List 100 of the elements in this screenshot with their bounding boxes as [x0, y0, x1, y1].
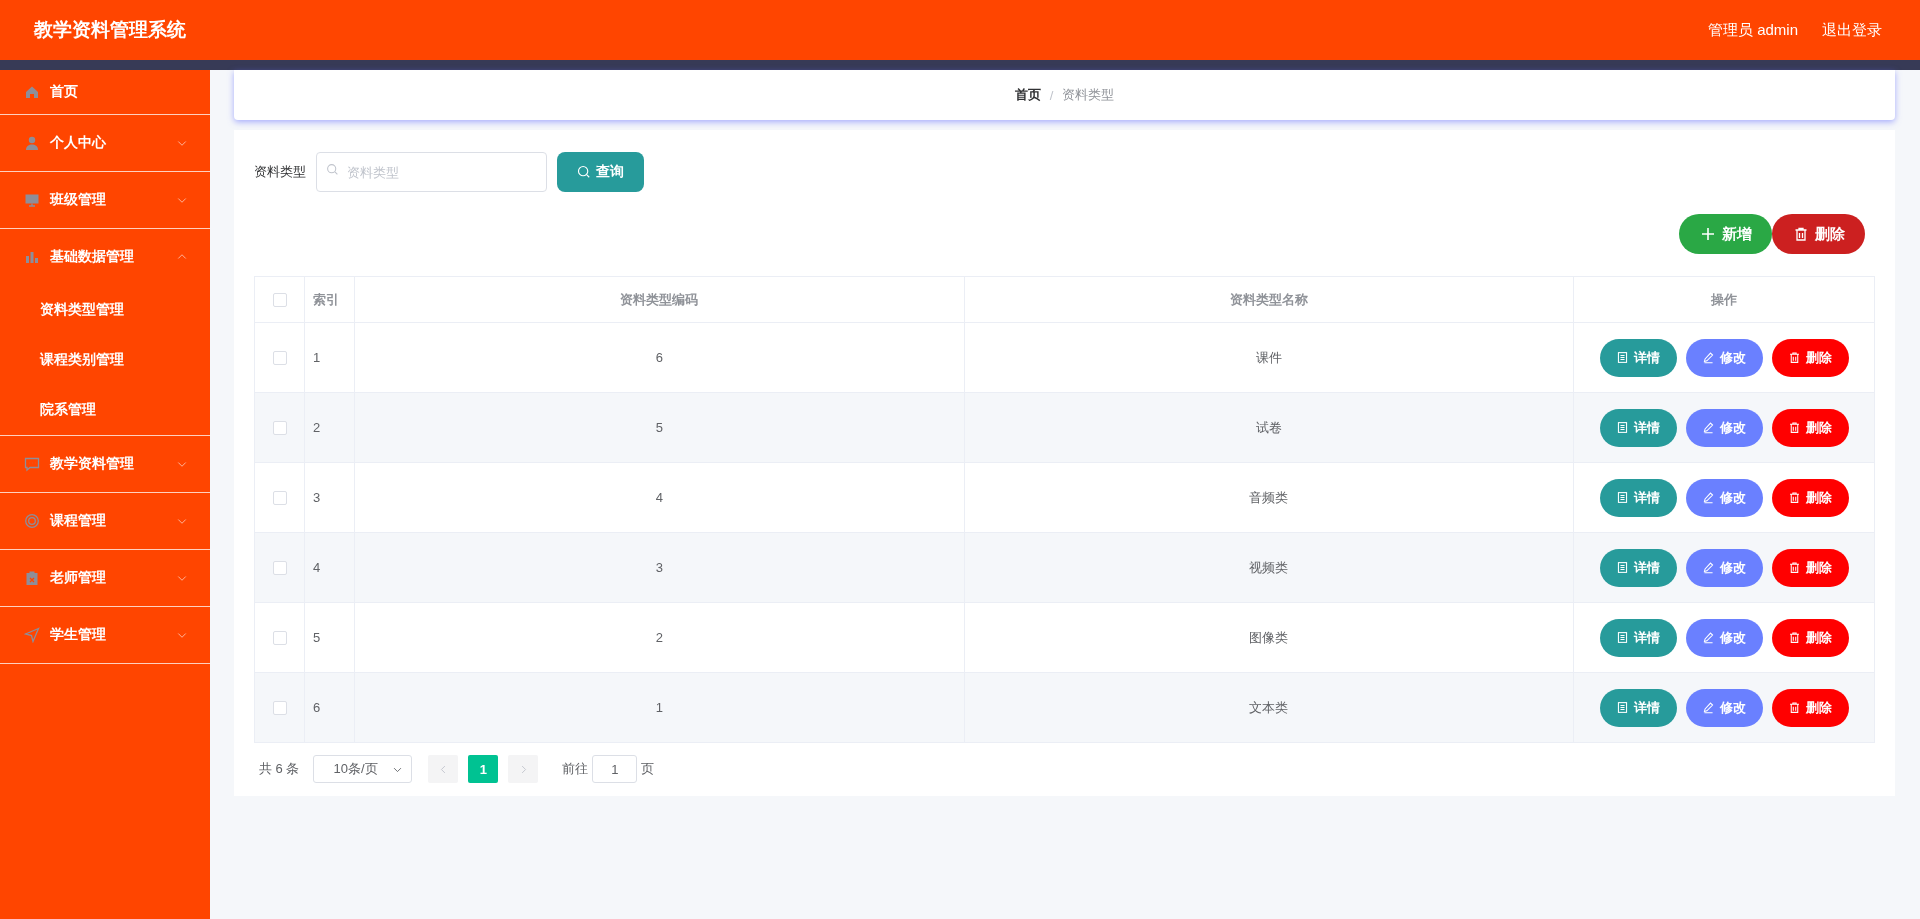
trash-icon	[1788, 351, 1801, 364]
submenu-item[interactable]: 院系管理	[40, 401, 96, 419]
delete-button[interactable]: 删除	[1771, 478, 1849, 517]
delete-button[interactable]: 删除	[1771, 338, 1849, 377]
document-icon	[1616, 561, 1629, 574]
trash-icon	[1788, 421, 1801, 434]
table-cell: 5	[313, 630, 321, 645]
total-count: 共 6 条	[259, 760, 300, 778]
logout-link[interactable]: 退出登录	[1822, 20, 1882, 40]
checkbox[interactable]	[272, 420, 287, 435]
table-cell: 4	[313, 560, 321, 575]
detail-button[interactable]: 详情	[1599, 688, 1677, 727]
search-button[interactable]: 查询	[557, 152, 644, 192]
delete-button[interactable]: 删除	[1771, 548, 1849, 587]
table-cell: 3	[655, 560, 663, 575]
delete-button[interactable]: 删除	[1771, 688, 1849, 727]
detail-button[interactable]: 详情	[1599, 618, 1677, 657]
clipboard-icon	[24, 570, 40, 586]
table-cell: 课件	[1255, 348, 1282, 367]
home-icon	[24, 84, 40, 100]
table-cell: 4	[655, 490, 663, 505]
trash-icon	[1788, 631, 1801, 644]
previous-page-button[interactable]	[428, 755, 459, 783]
person-icon	[24, 135, 40, 151]
menu-item[interactable]: 老师管理	[0, 550, 210, 607]
menu-item[interactable]: 教学资料管理	[0, 436, 210, 493]
column-header: 操作	[1711, 290, 1737, 309]
document-icon	[1616, 701, 1629, 714]
edit-button[interactable]: 修改	[1685, 478, 1763, 517]
page-suffix: 页	[641, 760, 655, 778]
detail-button[interactable]: 详情	[1599, 478, 1677, 517]
menu-item[interactable]: 班级管理	[0, 172, 210, 229]
document-icon	[1616, 631, 1629, 644]
table-cell: 视频类	[1249, 558, 1289, 577]
menu-item[interactable]: 课程管理	[0, 493, 210, 550]
table-cell: 2	[313, 420, 321, 435]
table-cell: 5	[655, 420, 663, 435]
table-cell: 3	[313, 490, 321, 505]
add-button[interactable]: 新增	[1679, 214, 1772, 254]
menu-item[interactable]: 个人中心	[0, 115, 210, 172]
user-name: 管理员 admin	[1707, 20, 1798, 40]
search-field[interactable]: 资料类型	[316, 152, 547, 192]
page-input[interactable]: 1	[592, 755, 638, 783]
plus-icon	[1699, 226, 1716, 242]
edit-button[interactable]: 修改	[1685, 548, 1763, 587]
goto-label: 前往	[562, 760, 589, 778]
breadcrumb-separator: /	[1049, 87, 1054, 103]
delete-button[interactable]: 删除	[1771, 408, 1849, 447]
menu-item[interactable]: 首页	[0, 70, 210, 115]
table-cell: 文本类	[1249, 698, 1289, 717]
table-cell: 2	[655, 630, 663, 645]
checkbox[interactable]	[272, 350, 287, 365]
edit-button[interactable]: 修改	[1685, 618, 1763, 657]
menu-item[interactable]: 学生管理	[0, 607, 210, 664]
menu-item[interactable]: 基础数据管理	[0, 229, 210, 285]
submenu-item[interactable]: 课程类别管理	[40, 351, 124, 369]
breadcrumb-link[interactable]: 首页	[1014, 86, 1041, 104]
table-cell: 音频类	[1249, 488, 1289, 507]
table-cell: 1	[655, 700, 663, 715]
checkbox[interactable]	[272, 490, 287, 505]
table-cell: 6	[313, 700, 321, 715]
chat-icon	[24, 456, 40, 472]
edit-button[interactable]: 修改	[1685, 408, 1763, 447]
checkbox[interactable]	[272, 700, 287, 715]
pencil-icon	[1702, 491, 1715, 504]
checkbox[interactable]	[272, 292, 287, 307]
pencil-icon	[1702, 421, 1715, 434]
checkbox[interactable]	[272, 560, 287, 575]
column-header: 索引	[313, 290, 339, 309]
bar-chart-icon	[24, 249, 40, 265]
delete-button[interactable]: 删除	[1771, 618, 1849, 657]
column-header: 资料类型名称	[1229, 290, 1308, 309]
page-number[interactable]: 1	[468, 755, 499, 783]
pencil-icon	[1702, 351, 1715, 364]
checkbox[interactable]	[272, 630, 287, 645]
table-cell: 6	[655, 350, 663, 365]
pencil-icon	[1702, 701, 1715, 714]
detail-button[interactable]: 详情	[1599, 338, 1677, 377]
ring-icon	[24, 513, 40, 529]
delete-button[interactable]: 删除	[1772, 214, 1865, 254]
edit-button[interactable]: 修改	[1685, 338, 1763, 377]
detail-button[interactable]: 详情	[1599, 408, 1677, 447]
trash-icon	[1788, 701, 1801, 714]
page-size-select[interactable]: 10条/页	[313, 755, 413, 783]
monitor-icon	[24, 192, 40, 208]
column-header: 资料类型编码	[620, 290, 699, 309]
trash-icon	[1788, 561, 1801, 574]
search-icon	[577, 165, 591, 179]
pencil-icon	[1702, 561, 1715, 574]
next-page-button[interactable]	[508, 755, 539, 783]
document-icon	[1616, 491, 1629, 504]
pencil-icon	[1702, 631, 1715, 644]
app-title: 教学资料管理系统	[34, 18, 187, 42]
document-icon	[1616, 351, 1629, 364]
submenu-item[interactable]: 资料类型管理	[40, 301, 124, 319]
table-cell: 1	[313, 350, 321, 365]
edit-button[interactable]: 修改	[1685, 688, 1763, 727]
trash-icon	[1788, 491, 1801, 504]
table-cell: 图像类	[1249, 628, 1289, 647]
detail-button[interactable]: 详情	[1599, 548, 1677, 587]
